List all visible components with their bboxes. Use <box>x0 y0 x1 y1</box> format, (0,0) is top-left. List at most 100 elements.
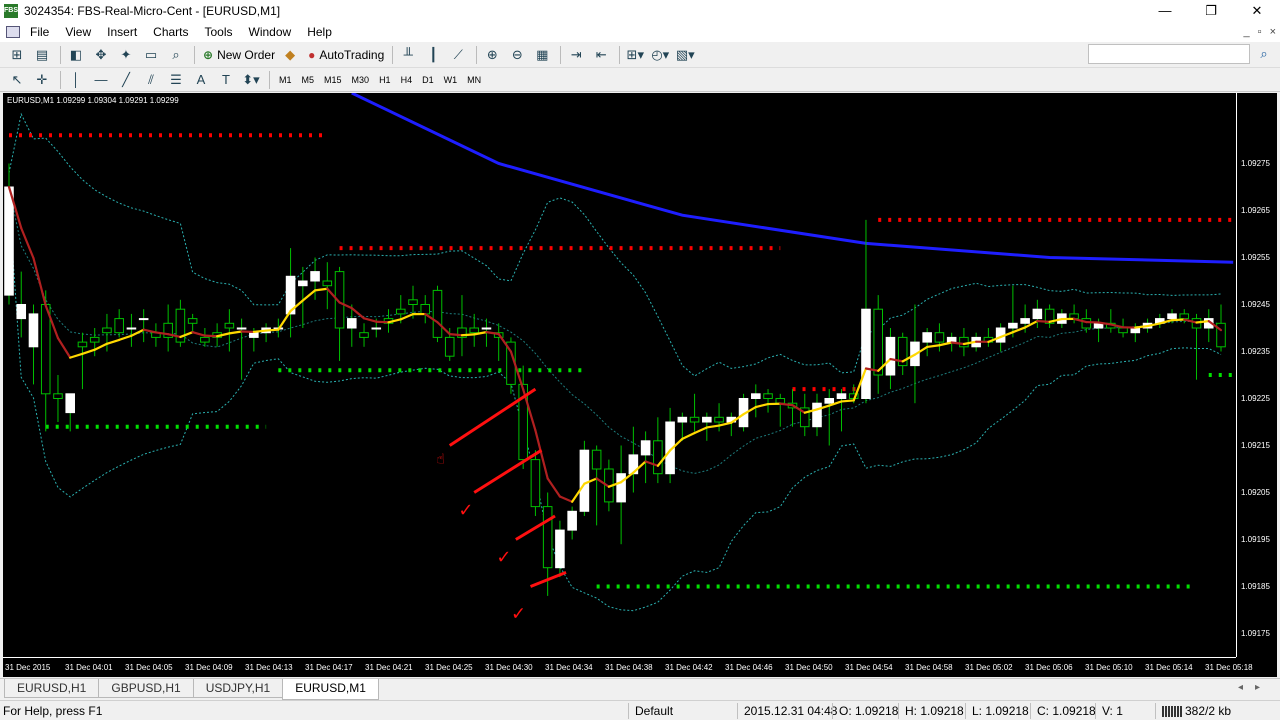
mdi-close-button[interactable]: × <box>1270 22 1276 42</box>
timeframe-m1[interactable]: M1 <box>274 75 297 85</box>
menu-bar: File View Insert Charts Tools Window Hel… <box>0 22 1280 42</box>
fast-moving-average-segment <box>301 289 317 302</box>
vertical-line-icon[interactable]: │ <box>65 70 87 90</box>
cursor-icon[interactable]: ↖ <box>6 70 28 90</box>
minimize-button[interactable]: — <box>1142 0 1188 22</box>
candle-body <box>836 393 847 399</box>
candle-body <box>102 327 112 334</box>
chart-window-icon[interactable] <box>6 26 20 38</box>
fast-moving-average-segment <box>1134 324 1149 329</box>
profiles-icon[interactable]: ▤ <box>31 45 53 65</box>
horizontal-line-icon[interactable]: — <box>90 70 112 90</box>
slow-moving-average-line <box>351 93 1234 264</box>
fast-moving-average-segment <box>558 495 574 503</box>
candle-body <box>934 332 945 343</box>
menu-help[interactable]: Help <box>301 25 342 39</box>
terminal-icon[interactable]: ▭ <box>140 45 162 65</box>
menu-insert[interactable]: Insert <box>101 25 147 39</box>
toolbar-divider <box>60 45 61 64</box>
crosshair-icon[interactable]: ✛ <box>31 70 53 90</box>
candle-body <box>555 529 565 569</box>
text-label-icon[interactable]: T <box>215 70 237 90</box>
check-mark-icon: ✓ <box>458 500 473 521</box>
time-label: 31 Dec 05:14 <box>1145 663 1193 672</box>
candle-body <box>751 393 761 399</box>
candlestick-icon[interactable]: ┃ <box>422 45 444 65</box>
tab-eurusd-m1[interactable]: EURUSD,M1 <box>282 679 379 700</box>
periods-icon[interactable]: ◴▾ <box>649 45 671 65</box>
timeframe-w1[interactable]: W1 <box>439 75 463 85</box>
mdi-minimize-button[interactable]: _ <box>1244 22 1250 42</box>
new-chart-icon[interactable]: ⊞ <box>6 45 28 65</box>
market-watch-icon[interactable]: ◧ <box>65 45 87 65</box>
timeframe-m5[interactable]: M5 <box>297 75 320 85</box>
timeframe-h1[interactable]: H1 <box>374 75 396 85</box>
fibonacci-icon[interactable]: ☰ <box>165 70 187 90</box>
tile-windows-icon[interactable]: ▦ <box>531 45 553 65</box>
menu-charts[interactable]: Charts <box>147 25 198 39</box>
toolbar-divider <box>269 70 270 89</box>
candle-body <box>677 416 688 423</box>
candle-body <box>922 332 932 343</box>
candle-body <box>616 473 626 503</box>
candle-body <box>53 393 63 399</box>
price-chart[interactable]: ☝ ✓ ✓ ✓ <box>3 93 1236 657</box>
text-icon[interactable]: A <box>190 70 212 90</box>
time-label: 31 Dec 04:30 <box>485 663 533 672</box>
candle-body <box>77 341 88 348</box>
close-button[interactable]: ✕ <box>1234 0 1280 22</box>
menu-file[interactable]: File <box>24 25 59 39</box>
chart-window[interactable]: ☝ ✓ ✓ ✓ EURUSD,M1 1.09299 1.09304 1.09291 1… <box>3 93 1277 677</box>
time-scale[interactable]: 31 Dec 2015 31 Dec 04:01 31 Dec 04:05 31 De… <box>3 657 1253 677</box>
candle-body <box>812 402 822 428</box>
fast-moving-average-segment <box>142 328 158 334</box>
mdi-restore-button[interactable]: ▫ <box>1258 22 1262 42</box>
trendline-icon[interactable]: ╱ <box>115 70 137 90</box>
auto-scroll-icon[interactable]: ⇥ <box>565 45 587 65</box>
toolbar-divider <box>560 45 562 64</box>
candle-body <box>395 308 406 315</box>
templates-icon[interactable]: ▧▾ <box>674 45 696 65</box>
data-window-icon[interactable]: ✥ <box>90 45 112 65</box>
tab-eurusd-h1[interactable]: EURUSD,H1 <box>4 679 100 698</box>
timeframe-m15[interactable]: M15 <box>319 75 347 85</box>
status-divider <box>1155 703 1156 719</box>
tab-usdjpy-h1[interactable]: USDJPY,H1 <box>192 679 284 698</box>
tab-gbpusd-h1[interactable]: GBPUSD,H1 <box>98 679 194 698</box>
timeframe-d1[interactable]: D1 <box>417 75 439 85</box>
indicators-icon[interactable]: ⊞▾ <box>624 45 646 65</box>
arrows-icon[interactable]: ⬍▾ <box>240 70 262 90</box>
status-volume: V: 1 <box>1102 704 1123 718</box>
candle-body <box>640 440 651 456</box>
autotrading-icon: ● <box>308 47 316 62</box>
toolbar-divider <box>194 45 195 64</box>
time-label: 31 Dec 05:10 <box>1085 663 1133 672</box>
zoom-out-icon[interactable]: ⊖ <box>506 45 528 65</box>
timeframe-m30[interactable]: M30 <box>347 75 375 85</box>
maximize-button[interactable]: ❐ <box>1188 0 1234 22</box>
new-order-button[interactable]: ⊕ New Order <box>199 45 279 65</box>
search-icon[interactable]: ⌕ <box>1254 44 1274 64</box>
zoom-in-icon[interactable]: ⊕ <box>481 45 503 65</box>
fast-moving-average-segment <box>191 331 206 337</box>
price-label: 1.09255 <box>1241 252 1270 262</box>
search-input[interactable] <box>1088 44 1250 64</box>
price-scale[interactable]: 1.09275 1.09265 1.09255 1.09245 1.09235 1.092… <box>1236 93 1277 657</box>
bar-chart-icon[interactable]: ╨ <box>397 45 419 65</box>
equidistant-channel-icon[interactable]: ⫽ <box>140 70 162 90</box>
chart-shift-icon[interactable]: ⇤ <box>590 45 612 65</box>
menu-tools[interactable]: Tools <box>199 25 243 39</box>
time-label: 31 Dec 04:05 <box>125 663 173 672</box>
navigator-icon[interactable]: ✦ <box>115 45 137 65</box>
status-divider <box>628 703 629 719</box>
line-chart-icon[interactable]: ⟋ <box>447 45 469 65</box>
strategy-tester-icon[interactable]: ⌕ <box>165 45 187 65</box>
metaeditor-icon[interactable]: ◆ <box>279 45 301 65</box>
tab-scroll-arrows-icon[interactable]: ◂▸ <box>1238 682 1272 693</box>
timeframe-mn[interactable]: MN <box>462 75 486 85</box>
candle-body <box>126 327 137 330</box>
autotrading-button[interactable]: ● AutoTrading <box>304 45 388 65</box>
timeframe-h4[interactable]: H4 <box>396 75 418 85</box>
menu-window[interactable]: Window <box>243 25 302 39</box>
menu-view[interactable]: View <box>59 25 101 39</box>
